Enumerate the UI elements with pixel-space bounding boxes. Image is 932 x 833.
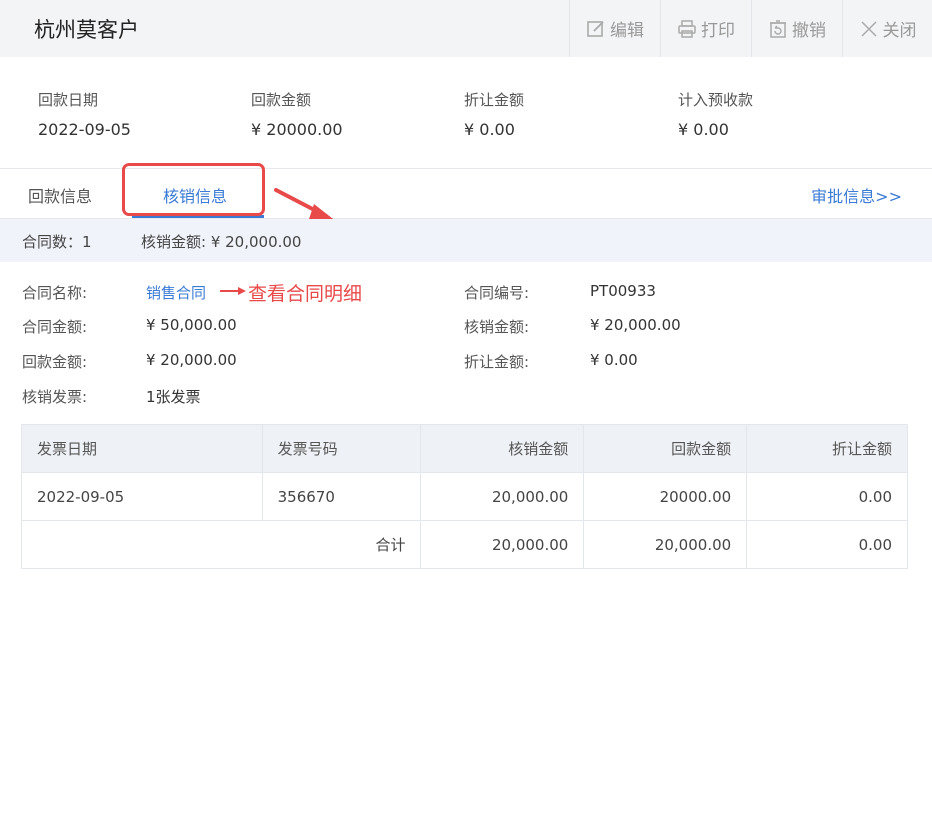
approval-info-link[interactable]: 审批信息>> (811, 183, 902, 207)
close-label: 关闭 (882, 21, 917, 41)
invoice-table: 发票日期 发票号码 核销金额 回款金额 折让金额 2022-09-05 3566… (20, 424, 908, 569)
summary-prepaid: 计入预收款 ¥ 0.00 (678, 89, 753, 139)
table-total-row: 合计 20,000.00 20,000.00 0.00 (20, 520, 908, 569)
payment-summary: 回款日期 2022-09-05 回款金额 ¥ 20000.00 折让金额 ¥ 0… (0, 57, 932, 169)
writeoff-invoice-value: 1张发票 (146, 388, 201, 406)
writeoff-amount-value: ¥ 20,000.00 (590, 316, 681, 334)
contract-name-label: 合同名称: (22, 284, 88, 302)
total-repay: 20,000.00 (583, 520, 748, 569)
summary-value: ¥ 20000.00 (251, 120, 343, 139)
contract-count: 合同数：1 (22, 233, 92, 251)
total-label: 合计 (20, 520, 422, 569)
revoke-icon (770, 19, 786, 38)
contract-no-value: PT00933 (590, 282, 656, 300)
annotation-highlight-box (122, 163, 265, 216)
summary-repay-date: 回款日期 2022-09-05 (38, 89, 131, 139)
tab-repay-info[interactable]: 回款信息 (28, 183, 92, 207)
tab-bar: 回款信息 核销信息 审批信息>> (0, 163, 932, 219)
revoke-label: 撤销 (792, 21, 826, 41)
repay-amount-label: 回款金额: (22, 353, 88, 371)
writeoff-total: 核销金额: ¥ 20,000.00 (141, 233, 302, 251)
title-bar: 杭州莫客户 编辑 打印 撤销 关闭 (0, 0, 932, 57)
repay-amount-value: ¥ 20,000.00 (146, 351, 237, 369)
contract-name-link[interactable]: 销售合同 (146, 282, 206, 303)
cell-discount-amount: 0.00 (746, 472, 908, 521)
toolbar: 编辑 打印 撤销 关闭 (569, 0, 932, 57)
writeoff-stat-bar: 合同数：1 核销金额: ¥ 20,000.00 (0, 219, 932, 262)
col-invoice-no: 发票号码 (261, 424, 422, 473)
summary-label: 回款日期 (38, 91, 99, 109)
edit-icon (587, 20, 604, 37)
annotation-small-arrow-icon (220, 287, 246, 295)
col-invoice-date: 发票日期 (21, 424, 263, 473)
summary-label: 折让金额 (464, 91, 525, 109)
writeoff-invoice-label: 核销发票: (22, 388, 88, 406)
contract-no-label: 合同编号: (464, 284, 530, 302)
revoke-button[interactable]: 撤销 (751, 0, 842, 57)
summary-label: 计入预收款 (678, 91, 754, 109)
summary-value: 2022-09-05 (38, 120, 131, 139)
printer-icon (678, 19, 696, 38)
cell-writeoff-amount: 20,000.00 (420, 472, 585, 521)
summary-value: ¥ 0.00 (678, 120, 729, 139)
summary-label: 回款金额 (251, 91, 312, 109)
writeoff-amount-label: 核销金额: (464, 318, 530, 336)
print-label: 打印 (701, 21, 735, 41)
discount-amount-label: 折让金额: (464, 353, 530, 371)
total-discount: 0.00 (746, 520, 908, 569)
close-icon (860, 20, 877, 37)
cell-invoice-date: 2022-09-05 (21, 472, 263, 521)
table-row: 2022-09-05 356670 20,000.00 20000.00 0.0… (21, 472, 908, 521)
edit-label: 编辑 (610, 21, 644, 41)
close-button[interactable]: 关闭 (842, 0, 932, 57)
cell-repay-amount: 20000.00 (583, 472, 748, 521)
col-repay-amount: 回款金额 (583, 424, 748, 473)
col-discount-amount: 折让金额 (746, 424, 908, 473)
summary-discount-amount: 折让金额 ¥ 0.00 (464, 89, 524, 139)
contract-amount-value: ¥ 50,000.00 (146, 316, 237, 334)
print-button[interactable]: 打印 (660, 0, 751, 57)
col-writeoff-amount: 核销金额 (420, 424, 585, 473)
summary-value: ¥ 0.00 (464, 120, 515, 139)
total-writeoff: 20,000.00 (420, 520, 585, 569)
customer-title: 杭州莫客户 (34, 18, 139, 42)
cell-invoice-no: 356670 (261, 472, 422, 521)
table-header-row: 发票日期 发票号码 核销金额 回款金额 折让金额 (21, 424, 908, 473)
annotation-view-contract: 查看合同明细 (248, 283, 363, 305)
summary-repay-amount: 回款金额 ¥ 20000.00 (251, 89, 343, 139)
discount-amount-value: ¥ 0.00 (590, 351, 638, 369)
edit-button[interactable]: 编辑 (569, 0, 660, 57)
contract-amount-label: 合同金额: (22, 318, 88, 336)
